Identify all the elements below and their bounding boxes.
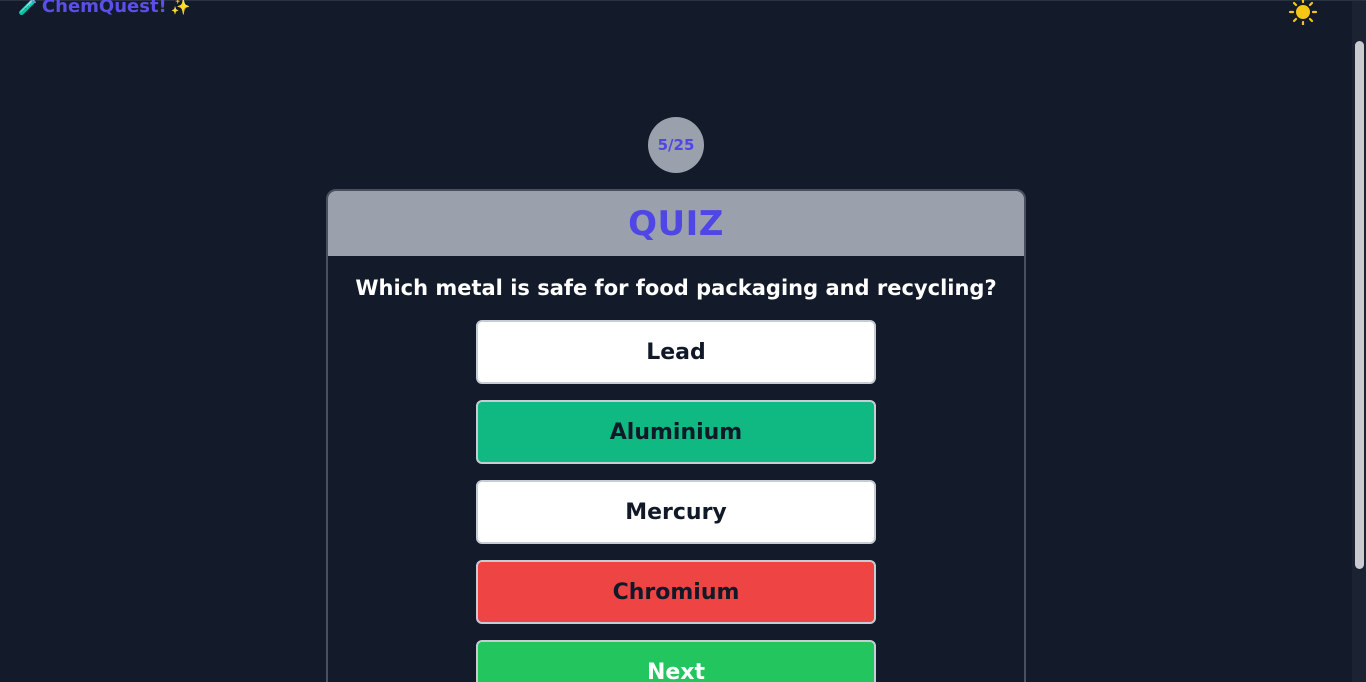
- next-button[interactable]: Next: [476, 640, 876, 682]
- option-lead-button[interactable]: Lead: [476, 320, 876, 384]
- quiz-card: QUIZ Which metal is safe for food packag…: [326, 189, 1026, 682]
- scrollbar-thumb[interactable]: [1355, 41, 1364, 569]
- sparkles-icon: ✨: [170, 0, 191, 16]
- option-aluminium-button[interactable]: Aluminium: [476, 400, 876, 464]
- option-chromium-button[interactable]: Chromium: [476, 560, 876, 624]
- test-tube-icon: 🧪: [18, 0, 38, 16]
- theme-toggle-button[interactable]: [1286, 0, 1320, 25]
- question-text: Which metal is safe for food packaging a…: [355, 276, 997, 300]
- quiz-header: QUIZ: [328, 191, 1024, 256]
- question-counter: 5/25: [648, 117, 704, 173]
- option-mercury-button[interactable]: Mercury: [476, 480, 876, 544]
- brand-logo[interactable]: 🧪 ChemQuest! ✨: [18, 0, 191, 17]
- vertical-scrollbar[interactable]: [1352, 1, 1366, 682]
- brand-title: ChemQuest!: [41, 0, 167, 17]
- quiz-page: 🧪 ChemQuest! ✨ 5/25 QUIZ Which metal is …: [0, 0, 1366, 682]
- sun-icon: [1288, 0, 1318, 25]
